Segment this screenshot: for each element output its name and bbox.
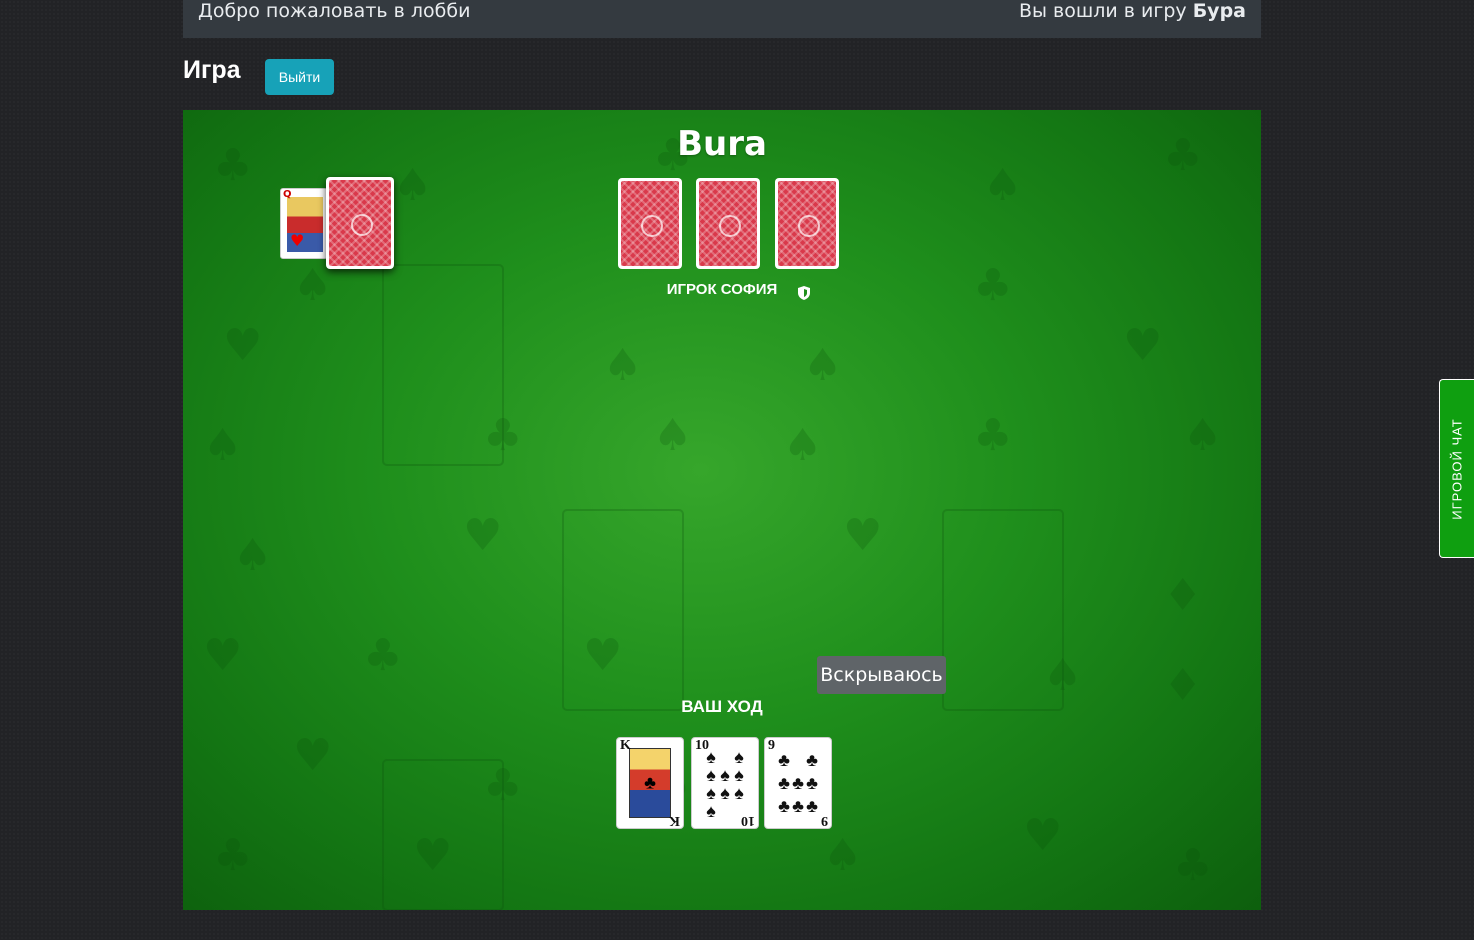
page-title: Игра <box>183 56 241 84</box>
svg-text:♠: ♠ <box>983 160 1022 211</box>
svg-text:♠: ♠ <box>603 340 642 391</box>
svg-text:♠: ♠ <box>203 420 242 471</box>
hand-card-king-clubs[interactable]: K K <box>616 737 684 829</box>
card-pips: ♠ ♠ ♠ ♠ ♠ ♠ ♠ ♠ ♠ <box>706 747 744 821</box>
card-rank-bottom: 9 <box>821 813 828 828</box>
joined-game-text: Вы вошли в игру Бура <box>1019 0 1246 22</box>
welcome-text: Добро пожаловать в лобби <box>198 0 471 22</box>
svg-text:♥: ♥ <box>203 630 242 681</box>
king-art <box>629 748 671 818</box>
trump-card: Q ♥ <box>280 188 328 259</box>
card-rank: K <box>620 738 631 753</box>
svg-text:♣: ♣ <box>1173 840 1212 891</box>
svg-text:♥: ♥ <box>223 320 262 371</box>
svg-text:♣: ♣ <box>363 630 402 681</box>
game-title: Bura <box>677 124 767 164</box>
card-pips: ♣ ♣ ♣ ♣ ♣ ♣ ♣ ♣ <box>778 749 818 817</box>
trump-card-suit: ♥ <box>290 231 305 250</box>
svg-text:♣: ♣ <box>973 410 1012 461</box>
chat-tab-label: ИГРОВОЙ ЧАТ <box>1449 417 1465 520</box>
svg-text:♥: ♥ <box>413 830 452 881</box>
trump-card-rank: Q <box>283 189 292 200</box>
svg-text:♥: ♥ <box>1123 320 1162 371</box>
svg-text:♥: ♥ <box>583 630 622 681</box>
deck-pile <box>326 177 394 269</box>
reveal-button[interactable]: Вскрываюсь <box>817 656 946 694</box>
svg-text:♠: ♠ <box>1183 410 1222 461</box>
opponent-name: ИГРОК СОФИЯ <box>666 281 778 298</box>
svg-text:♥: ♥ <box>1023 810 1062 861</box>
svg-text:♣: ♣ <box>213 830 252 881</box>
svg-text:♠: ♠ <box>233 530 272 581</box>
turn-indicator: ВАШ ХОД <box>681 697 763 716</box>
joined-game-name: Бура <box>1192 0 1246 22</box>
svg-text:♦: ♦ <box>1163 570 1202 621</box>
svg-text:♠: ♠ <box>823 830 862 881</box>
opponent-card <box>696 178 760 269</box>
opponent-card <box>618 178 682 269</box>
hand-card-nine-clubs[interactable]: 9 ♣ ♣ ♣ ♣ ♣ ♣ ♣ ♣ 9 <box>764 737 832 829</box>
game-chat-tab[interactable]: ИГРОВОЙ ЧАТ <box>1439 379 1474 558</box>
card-rank-bottom: 10 <box>741 813 755 828</box>
opponent-card <box>775 178 839 269</box>
svg-text:♥: ♥ <box>463 510 502 561</box>
game-table: ♣♠♣ ♠♣ ♥♠♠ ♠♣♥ ♠♣♠ ♠♣♠ ♠♥♥ ♦ ♥♣♥ ♠♦ ♥♣♠ … <box>183 110 1261 910</box>
shield-icon <box>798 286 810 300</box>
svg-text:♠: ♠ <box>393 160 432 211</box>
svg-text:♠: ♠ <box>803 340 842 391</box>
svg-text:♥: ♥ <box>293 730 332 781</box>
svg-text:♠: ♠ <box>783 420 822 471</box>
svg-text:♥: ♥ <box>843 510 882 561</box>
card-rank-bottom: K <box>669 813 680 828</box>
svg-text:♠: ♠ <box>653 410 692 461</box>
top-navbar: Добро пожаловать в лобби Вы вошли в игру… <box>183 0 1261 38</box>
joined-prefix: Вы вошли в игру <box>1018 0 1193 22</box>
card-rank: 9 <box>768 738 775 753</box>
hand-card-ten-spades[interactable]: 10 ♠ ♠ ♠ ♠ ♠ ♠ ♠ ♠ ♠ 10 <box>691 737 759 829</box>
exit-button[interactable]: Выйти <box>265 59 334 95</box>
